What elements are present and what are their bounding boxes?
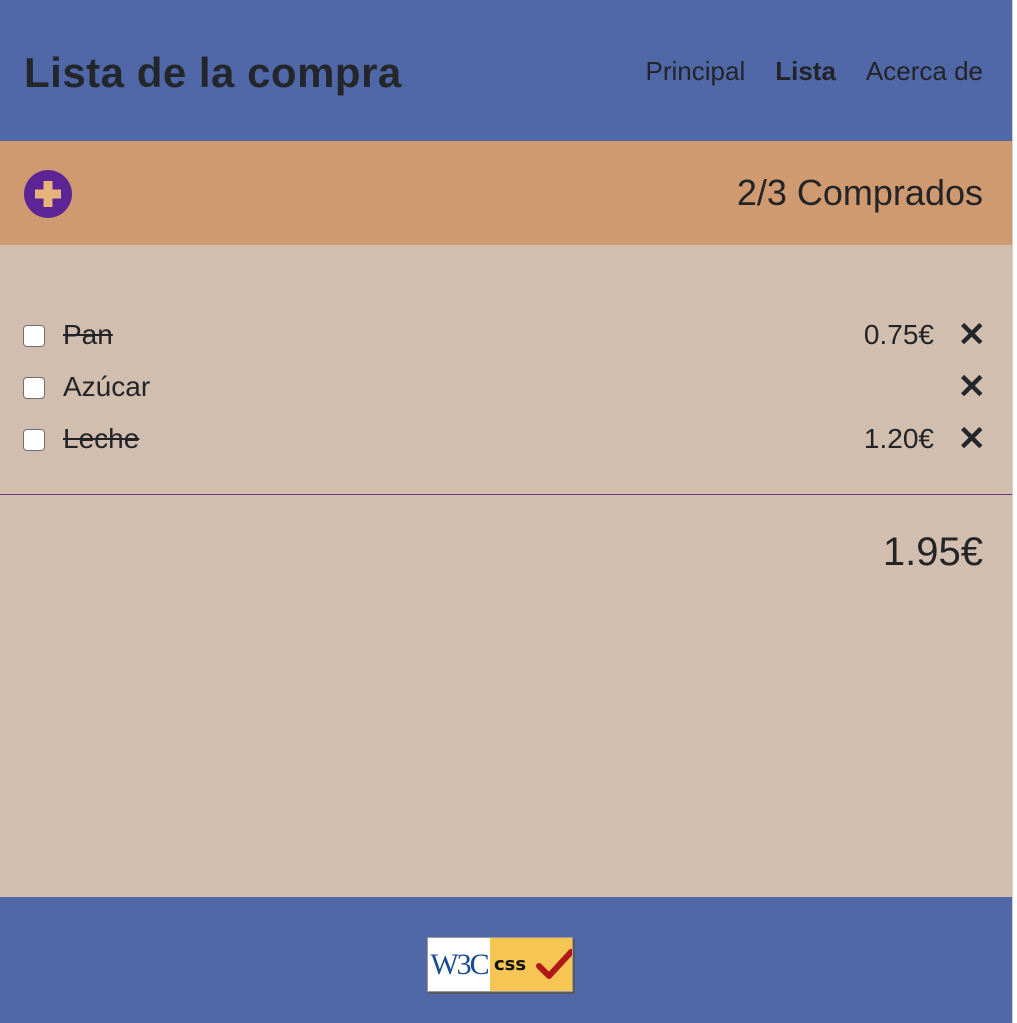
plus-circle-icon[interactable] bbox=[24, 170, 72, 218]
delete-icon[interactable]: ✕ bbox=[958, 368, 987, 406]
item-name: Leche bbox=[63, 423, 140, 454]
item-price: 0.75€ bbox=[863, 319, 934, 350]
main-nav: Principal Lista Acerca de bbox=[646, 54, 983, 88]
delete-icon[interactable]: ✕ bbox=[958, 316, 987, 354]
list-item: Leche 1.20€ ✕ bbox=[0, 420, 1012, 460]
item-checkbox[interactable] bbox=[23, 429, 45, 451]
checkmark-icon bbox=[536, 949, 572, 979]
css-badge-label: css bbox=[490, 938, 572, 991]
purchased-summary: 2/3 Comprados bbox=[736, 172, 983, 213]
window-edge bbox=[1012, 0, 1017, 1023]
item-name: Azúcar bbox=[63, 371, 151, 402]
w3c-logo: W3C bbox=[428, 938, 490, 991]
item-price: 1.20€ bbox=[863, 423, 934, 454]
divider bbox=[0, 494, 1012, 495]
nav-principal[interactable]: Principal bbox=[646, 54, 746, 88]
css-text: css bbox=[494, 954, 527, 975]
nav-lista[interactable]: Lista bbox=[775, 54, 836, 88]
total-price: 1.95€ bbox=[882, 530, 983, 574]
item-checkbox[interactable] bbox=[23, 325, 45, 347]
nav-acerca-de[interactable]: Acerca de bbox=[866, 54, 983, 88]
list-item: Azúcar ✕ bbox=[0, 368, 1012, 408]
w3c-css-badge[interactable]: W3C css bbox=[427, 937, 573, 992]
header: Lista de la compra Principal Lista Acerc… bbox=[0, 0, 1012, 141]
shopping-list-app: Lista de la compra Principal Lista Acerc… bbox=[0, 0, 1012, 1023]
list-item: Pan 0.75€ ✕ bbox=[0, 316, 1012, 356]
item-checkbox[interactable] bbox=[23, 377, 45, 399]
item-name: Pan bbox=[63, 319, 113, 350]
app-title: Lista de la compra bbox=[24, 49, 402, 96]
delete-icon[interactable]: ✕ bbox=[958, 420, 987, 458]
